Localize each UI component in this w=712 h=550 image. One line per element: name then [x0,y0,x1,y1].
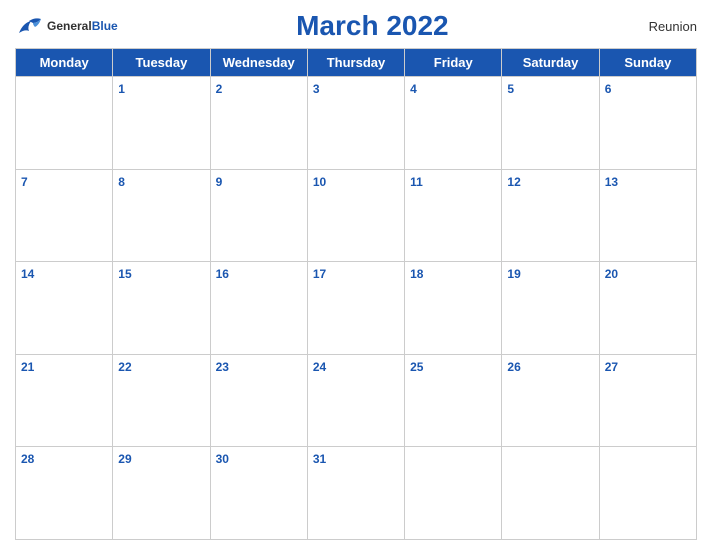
calendar-table: Monday Tuesday Wednesday Thursday Friday… [15,48,697,540]
day-number: 25 [410,360,423,374]
day-number: 12 [507,175,520,189]
col-monday: Monday [16,49,113,77]
calendar-title: March 2022 [118,10,627,42]
calendar-cell: 16 [210,262,307,355]
day-number: 26 [507,360,520,374]
col-thursday: Thursday [307,49,404,77]
day-number: 21 [21,360,34,374]
calendar-week-row: 21 22 23 24 25 26 27 [16,354,697,447]
calendar-cell: 11 [405,169,502,262]
calendar-cell: 25 [405,354,502,447]
calendar-cell: 28 [16,447,113,540]
calendar-cell: 7 [16,169,113,262]
day-number: 10 [313,175,326,189]
days-header-row: Monday Tuesday Wednesday Thursday Friday… [16,49,697,77]
col-wednesday: Wednesday [210,49,307,77]
calendar-cell: 26 [502,354,599,447]
day-number: 16 [216,267,229,281]
calendar-cell: 14 [16,262,113,355]
day-number: 9 [216,175,223,189]
calendar-cell: 27 [599,354,696,447]
calendar-body: 1234567891011121314151617181920212223242… [16,77,697,540]
day-number: 8 [118,175,125,189]
calendar-cell: 10 [307,169,404,262]
calendar-cell: 19 [502,262,599,355]
calendar-cell [502,447,599,540]
calendar-cell: 2 [210,77,307,170]
calendar-cell: 1 [113,77,210,170]
calendar-cell [599,447,696,540]
col-friday: Friday [405,49,502,77]
calendar-cell: 20 [599,262,696,355]
day-number: 27 [605,360,618,374]
calendar-cell: 13 [599,169,696,262]
logo-bird-icon [15,15,43,37]
day-number: 24 [313,360,326,374]
logo: GeneralBlue [15,15,118,37]
calendar-cell [405,447,502,540]
calendar-cell: 5 [502,77,599,170]
day-number: 23 [216,360,229,374]
day-number: 6 [605,82,612,96]
calendar-cell: 17 [307,262,404,355]
calendar-cell: 3 [307,77,404,170]
day-number: 1 [118,82,125,96]
day-number: 11 [410,175,423,189]
calendar-cell: 6 [599,77,696,170]
calendar-cell: 12 [502,169,599,262]
col-sunday: Sunday [599,49,696,77]
day-number: 20 [605,267,618,281]
calendar-cell: 8 [113,169,210,262]
calendar-cell: 24 [307,354,404,447]
calendar-week-row: 28 29 30 31 [16,447,697,540]
day-number: 17 [313,267,326,281]
day-number: 28 [21,452,34,466]
calendar-cell: 22 [113,354,210,447]
day-number: 4 [410,82,417,96]
logo-general: General [47,19,92,33]
calendar-cell: 23 [210,354,307,447]
col-tuesday: Tuesday [113,49,210,77]
day-number: 22 [118,360,131,374]
calendar-cell: 15 [113,262,210,355]
col-saturday: Saturday [502,49,599,77]
calendar-cell: 21 [16,354,113,447]
calendar-cell: 29 [113,447,210,540]
calendar-week-row: 1 2 3 4 5 6 [16,77,697,170]
day-number: 13 [605,175,618,189]
day-number: 29 [118,452,131,466]
calendar-cell: 30 [210,447,307,540]
calendar-cell: 31 [307,447,404,540]
calendar-cell: 18 [405,262,502,355]
day-number: 18 [410,267,423,281]
calendar-week-row: 7 8 9 10 11 12 13 [16,169,697,262]
day-number: 5 [507,82,514,96]
header: GeneralBlue March 2022 Reunion [15,10,697,42]
logo-text: GeneralBlue [47,17,118,35]
day-number: 30 [216,452,229,466]
calendar-week-row: 14 15 16 17 18 19 20 [16,262,697,355]
day-number: 3 [313,82,320,96]
day-number: 2 [216,82,223,96]
day-number: 19 [507,267,520,281]
calendar-page: GeneralBlue March 2022 Reunion Monday Tu… [0,0,712,550]
day-number: 15 [118,267,131,281]
calendar-cell: 9 [210,169,307,262]
region-label: Reunion [627,19,697,34]
logo-blue: Blue [92,19,118,33]
day-number: 31 [313,452,326,466]
day-number: 7 [21,175,28,189]
calendar-cell: 4 [405,77,502,170]
calendar-cell [16,77,113,170]
day-number: 14 [21,267,34,281]
